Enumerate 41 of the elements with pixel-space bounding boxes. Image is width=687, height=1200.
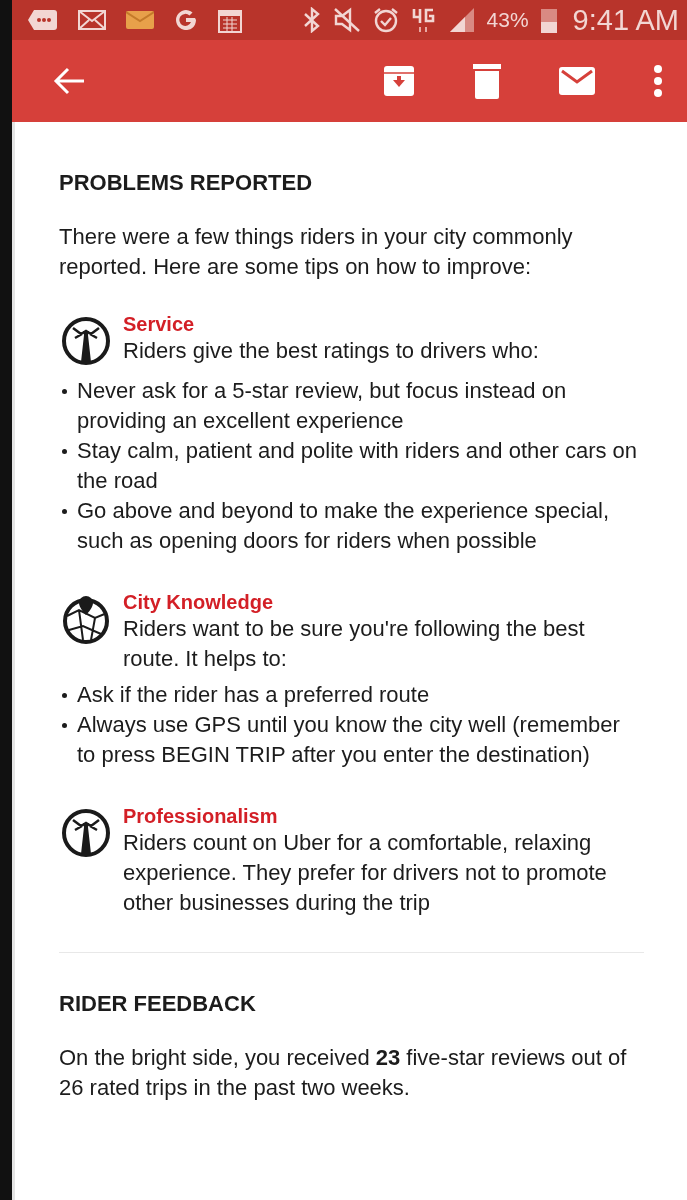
bullet-icon [62, 723, 67, 728]
google-icon [174, 8, 198, 32]
section-title: RIDER FEEDBACK [59, 991, 257, 1017]
tip-description: Riders want to be sure you're following the best route. It helps to: [123, 615, 586, 673]
back-arrow-icon [52, 66, 86, 96]
shirt-tie-icon [61, 316, 111, 366]
intro-text: There were a few things riders in your city commonly reported. Here are some tips on how to improve: [59, 223, 574, 281]
tip-description: Riders give the best ratings to drivers who: [123, 337, 540, 365]
bullet-text: Never ask for a 5-star review, but focus instead on providing an excellent experience [77, 377, 568, 435]
archive-icon [383, 65, 415, 97]
feedback-text: On the bright side, you received 23 five-star reviews out of 26 rated trips in the past two weeks. [59, 1044, 628, 1102]
bullet-icon [62, 389, 67, 394]
shirt-tie-icon [61, 808, 111, 858]
bluetooth-icon [302, 7, 321, 33]
envelope-icon [559, 67, 595, 95]
alarm-icon [372, 7, 399, 33]
envelope-icon [126, 11, 154, 29]
tip-title: City Knowledge [123, 590, 274, 614]
bullet-text: Stay calm, patient and polite with riders and other cars on the road [77, 437, 639, 495]
bullet-icon [62, 509, 67, 514]
bullet-icon [62, 449, 67, 454]
mute-icon [332, 7, 361, 33]
tip-title: Service [123, 312, 196, 336]
clock-time: 9:41 AM [572, 3, 679, 37]
network-icon [410, 7, 437, 33]
calendar-icon [218, 7, 242, 33]
bullet-text: Ask if the rider has a preferred route [77, 681, 431, 709]
trash-icon [473, 63, 501, 99]
tip-title: Professionalism [123, 804, 279, 828]
battery-percent: 43% [486, 8, 529, 32]
bullet-text: Go above and beyond to make the experience special, such as opening doors for riders when possible [77, 497, 611, 555]
map-pin-icon [61, 594, 111, 644]
more-vertical-icon [653, 65, 663, 97]
bullet-icon [62, 693, 67, 698]
battery-icon [540, 7, 557, 33]
mail-icon [78, 10, 106, 30]
chat-icon [28, 9, 58, 31]
signal-icon [448, 8, 475, 32]
tip-description: Riders count on Uber for a comfortable, relaxing experience. They prefer for drivers not to promote other businesses during the trip [123, 829, 608, 917]
bullet-text: Always use GPS until you know the city well (remember to press BEGIN TRIP after you enter the destination) [77, 711, 621, 769]
section-title: PROBLEMS REPORTED [59, 170, 314, 196]
